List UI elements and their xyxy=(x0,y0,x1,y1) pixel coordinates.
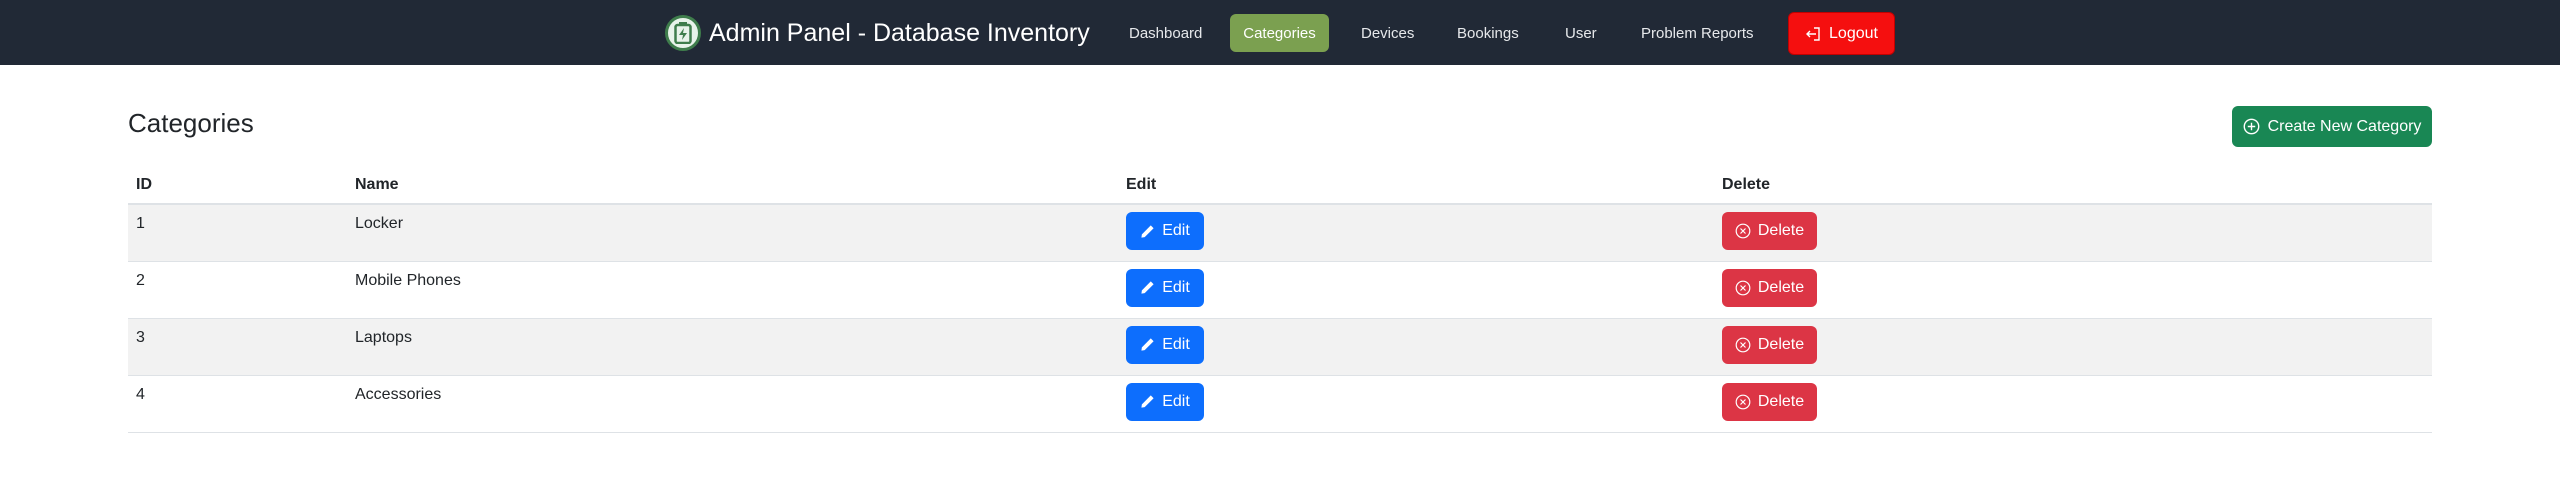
create-category-label: Create New Category xyxy=(2267,117,2422,135)
pencil-icon xyxy=(1140,394,1155,409)
edit-button[interactable]: Edit xyxy=(1126,268,1204,307)
header-delete: Delete xyxy=(1722,166,2432,205)
cell-delete: Delete xyxy=(1722,261,2432,319)
nav-categories[interactable]: Categories xyxy=(1230,14,1329,52)
header-edit: Edit xyxy=(1126,166,1722,205)
delete-label: Delete xyxy=(1757,278,1805,296)
brand[interactable]: Admin Panel - Database Inventory xyxy=(665,14,1090,52)
brand-title: Admin Panel - Database Inventory xyxy=(709,18,1090,47)
delete-label: Delete xyxy=(1757,392,1805,410)
delete-button[interactable]: Delete xyxy=(1722,268,1817,307)
logout-button[interactable]: Logout xyxy=(1788,12,1895,55)
cell-name: Accessories xyxy=(347,375,1126,433)
battery-charging-icon xyxy=(665,15,701,51)
cell-delete: Delete xyxy=(1722,318,2432,376)
categories-table: ID Name Edit Delete 1 Locker Edit Delete 2 Mo… xyxy=(128,166,2432,433)
page-title: Categories xyxy=(128,108,254,138)
header-id: ID xyxy=(128,166,347,205)
cell-delete: Delete xyxy=(1722,204,2432,262)
cell-delete: Delete xyxy=(1722,375,2432,433)
cell-id: 2 xyxy=(128,261,347,319)
delete-label: Delete xyxy=(1757,222,1805,239)
nav-devices[interactable]: Devices xyxy=(1346,14,1429,52)
delete-label: Delete xyxy=(1757,335,1805,353)
edit-button[interactable]: Edit xyxy=(1126,382,1204,421)
cell-edit: Edit xyxy=(1126,261,1722,319)
cell-edit: Edit xyxy=(1126,318,1722,376)
table-row: 2 Mobile Phones Edit Delete xyxy=(128,261,2432,319)
table-row: 1 Locker Edit Delete xyxy=(128,204,2432,262)
top-navbar: Admin Panel - Database Inventory Dashboa… xyxy=(0,0,2560,65)
pencil-icon xyxy=(1140,224,1155,239)
table-header-row: ID Name Edit Delete xyxy=(128,166,2432,205)
cell-name: Mobile Phones xyxy=(347,261,1126,319)
pencil-icon xyxy=(1140,280,1155,295)
cell-name: Locker xyxy=(347,204,1126,262)
header-name: Name xyxy=(347,166,1126,205)
delete-button[interactable]: Delete xyxy=(1722,212,1817,250)
table-row: 4 Accessories Edit Delete xyxy=(128,375,2432,433)
nav-problem-reports[interactable]: Problem Reports xyxy=(1626,14,1769,52)
delete-button[interactable]: Delete xyxy=(1722,382,1817,421)
x-circle-icon xyxy=(1735,337,1751,353)
edit-button[interactable]: Edit xyxy=(1126,325,1204,364)
nav-bookings[interactable]: Bookings xyxy=(1442,14,1534,52)
edit-label: Edit xyxy=(1162,392,1190,410)
table-row: 3 Laptops Edit Delete xyxy=(128,318,2432,376)
nav-dashboard[interactable]: Dashboard xyxy=(1114,14,1217,52)
logout-icon xyxy=(1805,26,1821,42)
edit-label: Edit xyxy=(1162,222,1190,239)
cell-id: 4 xyxy=(128,375,347,433)
cell-id: 1 xyxy=(128,204,347,262)
delete-button[interactable]: Delete xyxy=(1722,325,1817,364)
pencil-icon xyxy=(1140,337,1155,352)
x-circle-icon xyxy=(1735,223,1751,239)
plus-circle-icon xyxy=(2243,118,2260,135)
cell-id: 3 xyxy=(128,318,347,376)
cell-name: Laptops xyxy=(347,318,1126,376)
x-circle-icon xyxy=(1735,394,1751,410)
cell-edit: Edit xyxy=(1126,204,1722,262)
edit-label: Edit xyxy=(1162,335,1190,353)
edit-button[interactable]: Edit xyxy=(1126,212,1204,250)
nav-user[interactable]: User xyxy=(1550,14,1612,52)
cell-edit: Edit xyxy=(1126,375,1722,433)
x-circle-icon xyxy=(1735,280,1751,296)
create-category-button[interactable]: Create New Category xyxy=(2232,106,2432,147)
logout-label: Logout xyxy=(1829,24,1878,42)
edit-label: Edit xyxy=(1162,278,1190,296)
